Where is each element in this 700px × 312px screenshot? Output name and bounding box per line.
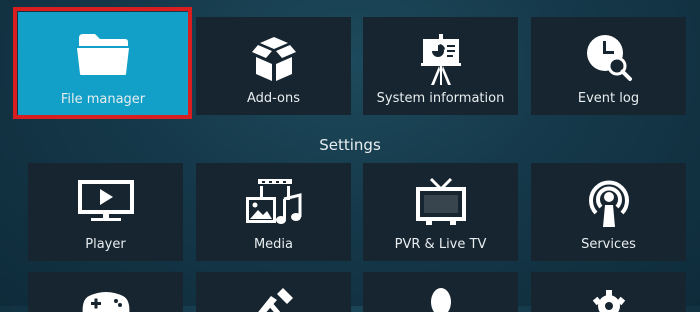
folder-icon (18, 30, 188, 76)
ruler-pencil-icon (196, 286, 351, 312)
event-log-label: Event log (577, 91, 640, 106)
monitor-play-icon (28, 179, 183, 223)
add-ons-label: Add-ons (246, 91, 301, 106)
tv-antenna-icon (363, 177, 518, 227)
open-box-icon (196, 33, 351, 83)
system-information-tile[interactable]: System information (363, 17, 518, 115)
services-tile[interactable]: Services (531, 163, 686, 261)
system-tile[interactable] (531, 272, 686, 312)
pvr-live-tv-tile[interactable]: PVR & Live TV (363, 163, 518, 261)
media-label: Media (253, 237, 294, 252)
gear-tools-icon (531, 284, 686, 312)
system-information-label: System information (376, 91, 505, 106)
interface-tile[interactable] (196, 272, 351, 312)
player-label: Player (85, 237, 126, 252)
settings-section-title: Settings (319, 136, 381, 154)
pvr-live-tv-label: PVR & Live TV (394, 237, 487, 252)
add-ons-tile[interactable]: Add-ons (196, 17, 351, 115)
media-tile[interactable]: Media (196, 163, 351, 261)
services-label: Services (581, 237, 636, 252)
media-film-music-icon (196, 177, 351, 227)
broadcast-icon (531, 175, 686, 229)
event-log-tile[interactable]: Event log (531, 17, 686, 115)
games-tile[interactable] (28, 272, 183, 312)
gamepad-icon (28, 286, 183, 312)
user-icon (363, 286, 518, 312)
clock-search-icon (531, 31, 686, 83)
presentation-board-icon (363, 33, 518, 87)
file-manager-tile[interactable]: File manager (18, 12, 188, 115)
profiles-tile[interactable] (363, 272, 518, 312)
file-manager-label: File manager (60, 92, 146, 107)
player-tile[interactable]: Player (28, 163, 183, 261)
